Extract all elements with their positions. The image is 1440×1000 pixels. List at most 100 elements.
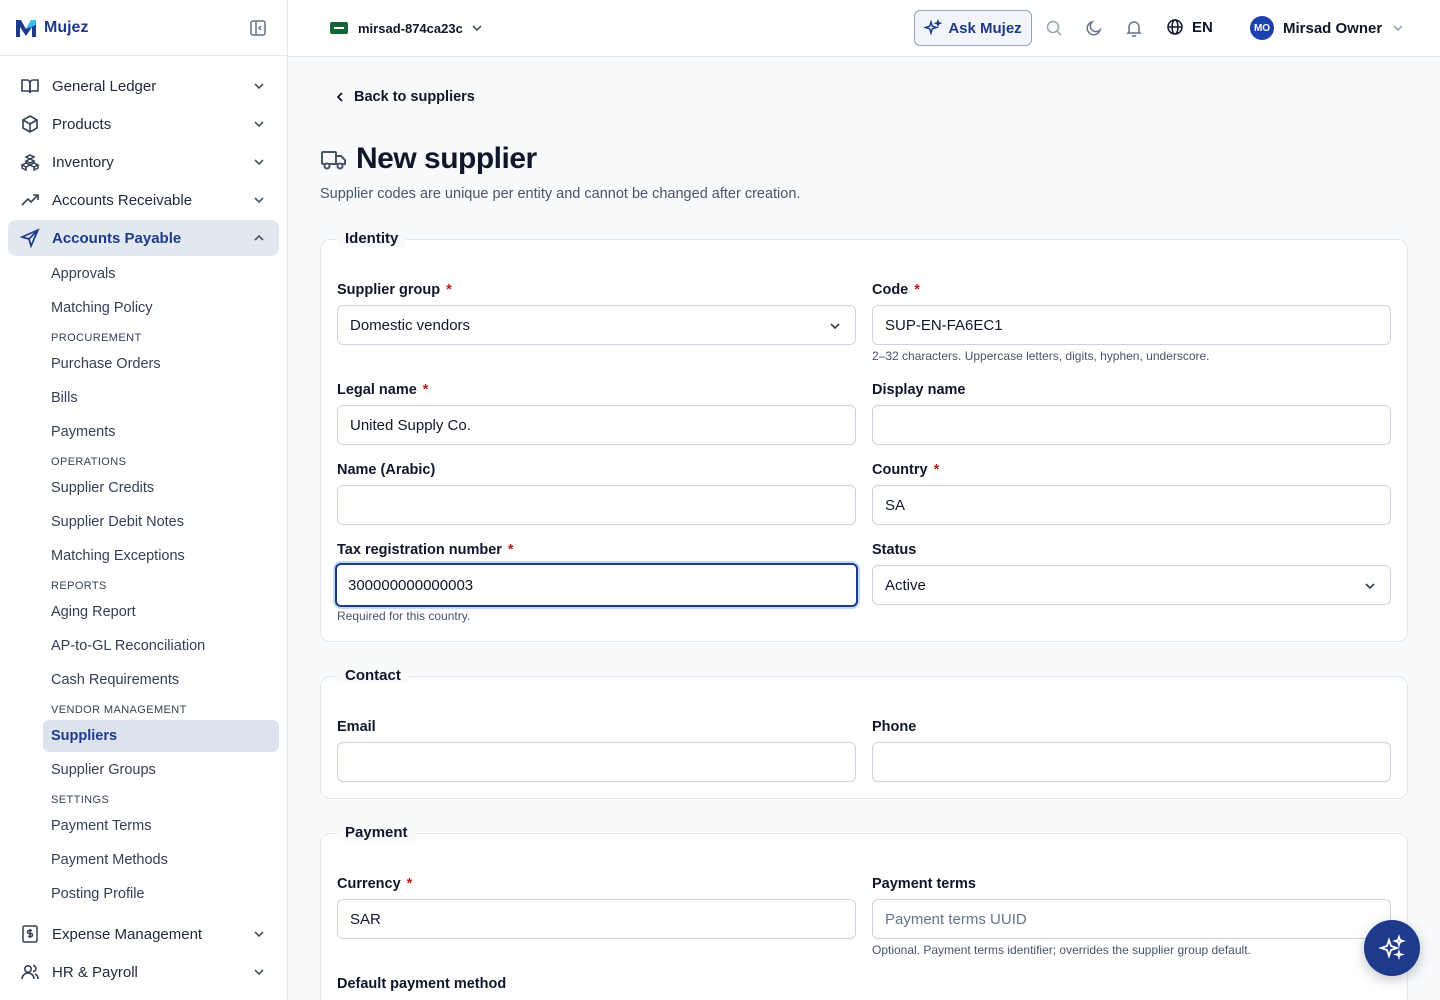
sidebar-item-supplier-groups[interactable]: Supplier Groups xyxy=(43,754,279,786)
search-icon[interactable] xyxy=(1045,19,1063,37)
chevron-down-icon xyxy=(254,121,264,128)
back-label: Back to suppliers xyxy=(354,89,475,105)
language-label: EN xyxy=(1192,18,1213,36)
sidebar-item-payment-terms[interactable]: Payment Terms xyxy=(43,810,279,842)
package-icon xyxy=(22,115,38,133)
status-value: Active xyxy=(885,576,926,594)
receipt-dollar-icon xyxy=(22,925,38,943)
sidebar-item-supplier-debit-notes[interactable]: Supplier Debit Notes xyxy=(43,506,279,538)
back-to-suppliers-link[interactable]: Back to suppliers xyxy=(334,89,475,105)
nav-label: Accounts Payable xyxy=(52,229,182,247)
status-select[interactable]: Active xyxy=(872,565,1391,605)
sidebar-item-purchase-orders[interactable]: Purchase Orders xyxy=(43,348,279,380)
legal-name-label: Legal name * xyxy=(337,382,429,398)
nav-expense-management[interactable]: Expense Management xyxy=(8,916,279,952)
chevron-up-icon xyxy=(254,234,264,241)
section-vendor-management: VENDOR MANAGEMENT xyxy=(51,704,187,716)
nav-label: Accounts Receivable xyxy=(52,191,193,209)
user-name: Mirsad Owner xyxy=(1283,19,1383,37)
tax-number-hint: Required for this country. xyxy=(337,609,471,623)
send-icon xyxy=(20,228,40,248)
chevron-down-icon xyxy=(254,969,264,976)
truck-icon xyxy=(321,151,346,170)
chevron-down-icon xyxy=(254,83,264,90)
chevron-down-icon xyxy=(254,931,264,938)
name-arabic-input[interactable] xyxy=(337,485,856,525)
sidebar-item-ap-gl-reconciliation[interactable]: AP-to-GL Reconciliation xyxy=(43,630,279,662)
currency-input[interactable] xyxy=(337,899,856,939)
users-icon xyxy=(21,964,39,980)
sidebar-collapse-icon[interactable] xyxy=(249,19,267,37)
currency-label: Currency * xyxy=(337,876,413,892)
entity-switcher[interactable]: mirsad-874ca23c xyxy=(320,10,493,46)
sidebar: Mujez General Ledger Products Inventory … xyxy=(0,0,288,1000)
country-input[interactable] xyxy=(872,485,1391,525)
chevron-down-icon xyxy=(830,323,840,330)
book-open-icon xyxy=(21,79,39,94)
section-operations: OPERATIONS xyxy=(51,456,127,468)
page-heading: New supplier xyxy=(356,142,537,175)
code-label: Code * xyxy=(872,282,920,298)
sidebar-item-matching-exceptions[interactable]: Matching Exceptions xyxy=(43,540,279,572)
nav-label: HR & Payroll xyxy=(52,963,138,981)
sidebar-item-posting-profile[interactable]: Posting Profile xyxy=(43,878,279,910)
supplier-group-select[interactable]: Domestic vendors xyxy=(337,305,856,345)
country-label: Country * xyxy=(872,462,940,478)
supplier-group-value: Domestic vendors xyxy=(350,316,471,334)
nav-hr-payroll[interactable]: HR & Payroll xyxy=(8,954,279,990)
moon-icon[interactable] xyxy=(1085,19,1103,37)
payment-terms-input[interactable] xyxy=(872,899,1391,939)
brand-header: Mujez xyxy=(0,0,287,56)
sidebar-item-bills[interactable]: Bills xyxy=(43,382,279,414)
nav-label: General Ledger xyxy=(52,77,157,95)
language-switcher[interactable]: EN xyxy=(1166,18,1213,36)
sidebar-item-payments[interactable]: Payments xyxy=(43,416,279,448)
default-payment-method-label: Default payment method xyxy=(337,976,507,992)
identity-legend: Identity xyxy=(337,230,407,247)
tax-number-label: Tax registration number * xyxy=(337,542,514,558)
contact-legend: Contact xyxy=(337,667,409,684)
display-name-input[interactable] xyxy=(872,405,1391,445)
phone-input[interactable] xyxy=(872,742,1391,782)
sidebar-item-matching-policy[interactable]: Matching Policy xyxy=(43,292,279,324)
globe-icon xyxy=(1167,19,1183,35)
sidebar-item-cash-requirements[interactable]: Cash Requirements xyxy=(43,664,279,696)
tax-number-input[interactable] xyxy=(335,563,858,607)
section-procurement: PROCUREMENT xyxy=(51,332,142,344)
chevron-down-icon xyxy=(254,159,264,166)
legal-name-input[interactable] xyxy=(337,405,856,445)
nav-products[interactable]: Products xyxy=(8,106,279,142)
payment-legend: Payment xyxy=(337,824,416,841)
chevron-down-icon xyxy=(1365,583,1375,590)
nav-accounts-payable[interactable]: Accounts Payable xyxy=(8,220,279,256)
chevron-left-icon xyxy=(336,92,343,102)
nav-label: Products xyxy=(52,115,112,133)
nav-label: Inventory xyxy=(52,153,114,171)
sparkles-icon xyxy=(1378,934,1406,961)
entity-name: mirsad-874ca23c xyxy=(358,20,463,36)
sidebar-item-aging-report[interactable]: Aging Report xyxy=(43,596,279,628)
user-menu[interactable]: MO Mirsad Owner xyxy=(1250,16,1404,40)
page-title: New supplier xyxy=(320,142,537,176)
ask-mujez-button[interactable]: Ask Mujez xyxy=(914,10,1032,46)
payment-terms-hint: Optional. Payment terms identifier; over… xyxy=(872,943,1251,957)
nav-inventory[interactable]: Inventory xyxy=(8,144,279,180)
nav-accounts-receivable[interactable]: Accounts Receivable xyxy=(8,182,279,218)
code-input[interactable] xyxy=(872,305,1391,345)
ai-assistant-button[interactable] xyxy=(1364,920,1420,976)
avatar: MO xyxy=(1250,16,1274,40)
email-input[interactable] xyxy=(337,742,856,782)
sidebar-item-supplier-credits[interactable]: Supplier Credits xyxy=(43,472,279,504)
brand-name: Mujez xyxy=(44,18,89,36)
sidebar-item-approvals[interactable]: Approvals xyxy=(43,258,279,290)
status-label: Status xyxy=(872,542,917,558)
nav-general-ledger[interactable]: General Ledger xyxy=(8,68,279,104)
section-reports: REPORTS xyxy=(51,580,107,592)
email-label: Email xyxy=(337,719,376,735)
saudi-flag-icon xyxy=(330,22,348,34)
bell-icon[interactable] xyxy=(1125,19,1143,37)
mujez-logo-icon xyxy=(16,19,36,37)
sidebar-item-payment-methods[interactable]: Payment Methods xyxy=(43,844,279,876)
sidebar-item-suppliers[interactable]: Suppliers xyxy=(43,720,279,752)
ask-mujez-label: Ask Mujez xyxy=(948,19,1022,37)
